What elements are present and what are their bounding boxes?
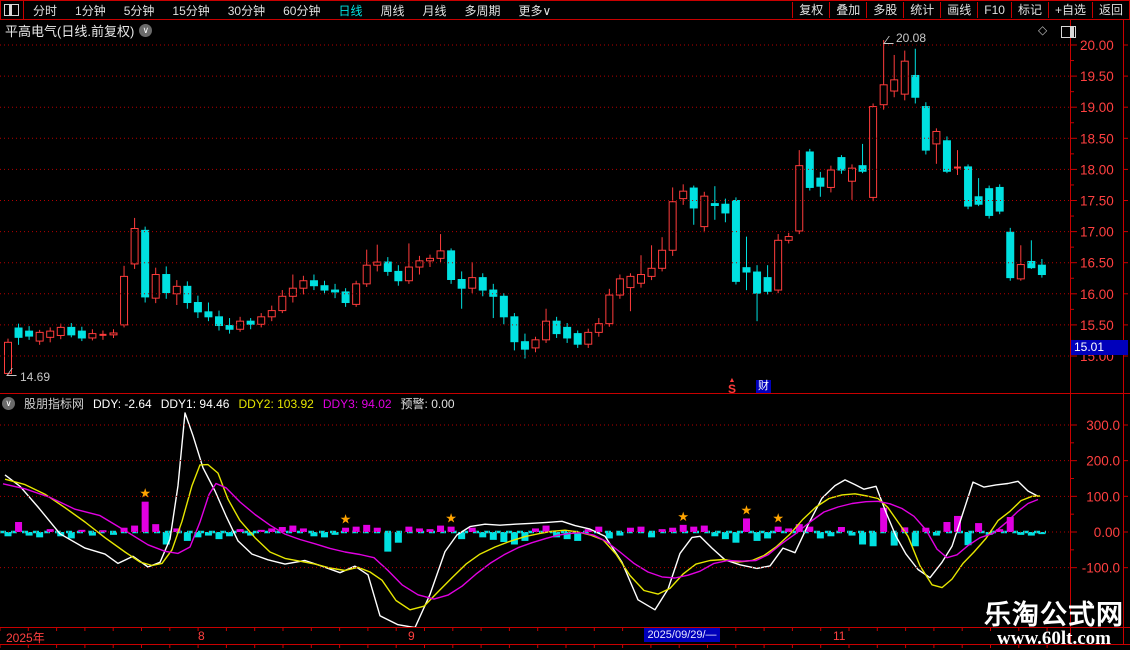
- svg-text:200.0: 200.0: [1086, 454, 1120, 469]
- svg-text:17.00: 17.00: [1080, 225, 1114, 240]
- svg-text:15.50: 15.50: [1080, 318, 1114, 333]
- svg-text:18.50: 18.50: [1080, 131, 1114, 146]
- financial-report-marker[interactable]: 财: [756, 380, 771, 393]
- chevron-down-icon[interactable]: ∨: [139, 24, 153, 37]
- svg-text:17.50: 17.50: [1080, 194, 1114, 209]
- signal-star-icon: ★: [445, 512, 457, 527]
- pane-split-icon[interactable]: [1061, 26, 1076, 38]
- signal-star-icon: ★: [677, 510, 689, 525]
- watermark-site-name: 乐淘公式网: [984, 599, 1124, 630]
- period-tab-分时[interactable]: 分时: [24, 2, 66, 19]
- window-split-icon[interactable]: [4, 4, 19, 16]
- period-tab-60分钟[interactable]: 60分钟: [274, 2, 329, 19]
- svg-text:20.00: 20.00: [1080, 38, 1114, 53]
- chart-title-row: 平高电气(日线.前复权) ∨: [5, 21, 153, 40]
- chart-canvas: ★ ★ ★ ★ ★ ★ 20.00 19.50 19.00 18.50 18.00 17.50 17.0…: [0, 38, 1128, 648]
- period-tab-多周期[interactable]: 多周期: [456, 2, 510, 19]
- period-tab-更多∨[interactable]: 更多∨: [510, 2, 561, 19]
- function-button-标记[interactable]: 标记: [1010, 2, 1048, 18]
- time-axis-top-border: [0, 627, 1130, 628]
- function-button-返回[interactable]: 返回: [1091, 2, 1129, 18]
- low-price-annotation: 14.69: [20, 370, 51, 384]
- legend-item: DDY3: 94.02: [322, 396, 392, 411]
- legend-item: DDY: -2.64: [93, 396, 152, 411]
- watermark: 乐淘公式网 www.60lt.com: [984, 599, 1124, 650]
- watermark-site-url: www.60lt.com: [997, 628, 1111, 650]
- svg-text:16.00: 16.00: [1080, 287, 1114, 302]
- axis-left-border: [1070, 19, 1071, 644]
- function-button-复权[interactable]: 复权: [792, 2, 829, 18]
- svg-text:-100.0: -100.0: [1082, 561, 1120, 576]
- signal-star-icon: ★: [340, 513, 352, 528]
- function-button-画线[interactable]: 画线: [940, 2, 977, 18]
- period-toolbar: 分时 1分钟 5分钟 15分钟 30分钟 60分钟 日线 周线 月线 多周期 更多∨ 复权 叠加 多股统…: [0, 0, 1130, 20]
- diamond-icon[interactable]: ◇: [1038, 23, 1047, 37]
- signal-star-icon: ★: [741, 503, 753, 518]
- chart-title: 平高电气(日线.前复权): [5, 24, 135, 39]
- time-axis-label: 8: [198, 629, 205, 643]
- function-buttons: 复权 叠加 多股 统计 画线 F10 标记 +自选 返回: [792, 1, 1129, 19]
- time-axis-label: 2025年: [6, 631, 45, 645]
- trading-terminal-window: ★ ★ ★ ★ ★ ★ 20.00 19.50 19.00 18.50 18.00 17.50 17.0…: [0, 0, 1130, 650]
- period-tab-5分钟[interactable]: 5分钟: [115, 2, 164, 19]
- svg-text:19.00: 19.00: [1080, 100, 1114, 115]
- svg-text:18.00: 18.00: [1080, 162, 1114, 177]
- time-axis-label: 11: [833, 629, 846, 643]
- function-button-F10[interactable]: F10: [977, 2, 1011, 18]
- legend-item: 股朋指标网: [24, 397, 85, 411]
- period-tab-周线[interactable]: 周线: [371, 2, 413, 19]
- dividend-marker[interactable]: ▲ S: [728, 377, 737, 396]
- time-axis-bottom-border: [0, 644, 1130, 645]
- time-axis-label: 9: [408, 629, 415, 643]
- pane-divider[interactable]: [0, 393, 1130, 394]
- function-button-叠加[interactable]: 叠加: [829, 2, 866, 18]
- svg-text:16.50: 16.50: [1080, 256, 1114, 271]
- function-button-+自选[interactable]: +自选: [1047, 2, 1092, 18]
- svg-text:100.0: 100.0: [1086, 489, 1120, 504]
- indicator-chevron-icon[interactable]: ∨: [2, 397, 15, 410]
- selected-date-box[interactable]: 2025/09/29/—: [644, 628, 720, 642]
- period-tab-日线[interactable]: 日线: [329, 2, 371, 19]
- high-price-annotation: 20.08: [896, 31, 927, 45]
- legend-item: DDY2: 103.92: [238, 396, 314, 411]
- last-price-box: 15.01: [1071, 340, 1128, 355]
- indicator-legend: ∨ 股朋指标网 DDY: -2.64 DDY1: 94.46 DDY2: 103.92…: [2, 395, 455, 412]
- legend-item: 预警: 0.00: [400, 397, 455, 411]
- svg-text:0.00: 0.00: [1094, 525, 1120, 540]
- svg-text:300.0: 300.0: [1086, 418, 1120, 433]
- dividend-marker-label: S: [728, 382, 737, 396]
- signal-star-icon: ★: [139, 487, 151, 502]
- signal-star-icon: ★: [772, 512, 784, 527]
- period-tab-月线[interactable]: 月线: [414, 2, 456, 19]
- function-button-多股[interactable]: 多股: [866, 2, 903, 18]
- period-tab-30分钟[interactable]: 30分钟: [219, 2, 274, 19]
- function-button-统计[interactable]: 统计: [903, 2, 940, 18]
- period-tab-15分钟[interactable]: 15分钟: [163, 2, 218, 19]
- legend-item: DDY1: 94.46: [160, 396, 230, 411]
- period-tabs: 分时 1分钟 5分钟 15分钟 30分钟 60分钟 日线 周线 月线 多周期 更多∨: [23, 1, 560, 19]
- axis-right-border: [1123, 19, 1124, 644]
- clipped-bottom-strip: ▪ ▪▪ ▪: [0, 646, 1130, 650]
- period-tab-1分钟[interactable]: 1分钟: [66, 2, 115, 19]
- svg-text:19.50: 19.50: [1080, 69, 1114, 84]
